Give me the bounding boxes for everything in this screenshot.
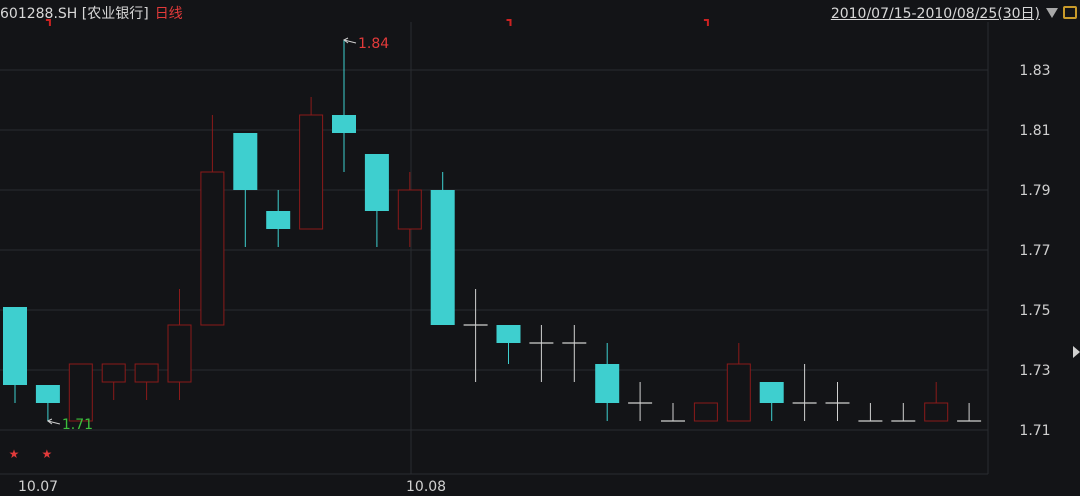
candle-body-down[interactable] bbox=[35, 385, 60, 403]
candle-body-up[interactable] bbox=[924, 402, 949, 422]
candle-body-up[interactable] bbox=[726, 363, 751, 422]
candle-body-up[interactable] bbox=[167, 324, 192, 383]
event-marker-icon[interactable] bbox=[45, 19, 51, 26]
candle-body-up[interactable] bbox=[101, 363, 126, 383]
candle-body-down[interactable] bbox=[266, 211, 291, 229]
x-tick-label: 10.08 bbox=[406, 479, 446, 495]
kline-chart[interactable]: 601288.SH [农业银行] 日线 2010/07/15-2010/08/25… bbox=[0, 0, 1080, 496]
candle-body-down[interactable] bbox=[332, 115, 356, 133]
y-tick-label: 1.73 bbox=[1019, 363, 1050, 379]
candle-body-down[interactable] bbox=[3, 307, 27, 385]
y-tick-label: 1.75 bbox=[1019, 303, 1050, 319]
y-tick-label: 1.79 bbox=[1019, 183, 1050, 199]
event-star-icon[interactable]: ★ bbox=[9, 447, 20, 461]
y-tick-label: 1.71 bbox=[1019, 423, 1050, 439]
x-tick-label: 10.07 bbox=[18, 479, 58, 495]
y-tick-label: 1.77 bbox=[1019, 243, 1050, 259]
y-tick-label: 1.81 bbox=[1019, 123, 1050, 139]
event-marker-icon[interactable] bbox=[506, 19, 512, 26]
candle-body-down[interactable] bbox=[364, 154, 389, 211]
candle-body-up[interactable] bbox=[397, 189, 422, 230]
candle-body-down[interactable] bbox=[430, 190, 455, 325]
event-star-icon[interactable]: ★ bbox=[42, 447, 53, 461]
candle-body-up[interactable] bbox=[134, 363, 159, 383]
candle-body-up[interactable] bbox=[68, 363, 93, 422]
y-tick-label: 1.83 bbox=[1019, 63, 1050, 79]
candle-body-up[interactable] bbox=[299, 114, 324, 230]
low-price-label: 1.71 bbox=[62, 417, 93, 433]
candle-body-down[interactable] bbox=[759, 382, 784, 403]
candle-body-down[interactable] bbox=[496, 325, 521, 343]
event-marker-icon[interactable] bbox=[703, 19, 709, 26]
candle-body-down[interactable] bbox=[233, 133, 258, 190]
candlestick-plot[interactable]: 1.83 1.81 1.79 1.77 1.75 1.73 1.71 10.07 10.08 1.… bbox=[0, 0, 1080, 496]
candle-body-down[interactable] bbox=[595, 364, 620, 403]
high-price-label: 1.84 bbox=[358, 36, 389, 52]
candle-body-up[interactable] bbox=[693, 402, 718, 422]
candle-body-up[interactable] bbox=[200, 171, 225, 326]
